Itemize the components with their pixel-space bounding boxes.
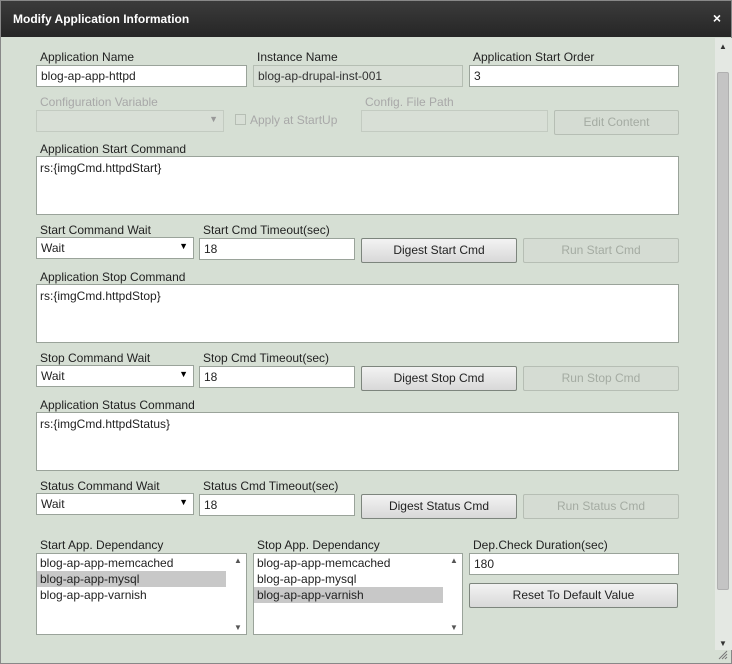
stop-command-label: Application Stop Command [40, 270, 186, 284]
reset-default-button[interactable]: Reset To Default Value [469, 583, 678, 608]
edit-content-button[interactable]: Edit Content [554, 110, 679, 135]
dialog-title: Modify Application Information [13, 12, 190, 26]
run-start-cmd-button[interactable]: Run Start Cmd [523, 238, 679, 263]
config-file-path-label: Config. File Path [365, 95, 454, 109]
status-command-wait-select[interactable]: Wait ▼ [36, 493, 194, 515]
run-status-cmd-button[interactable]: Run Status Cmd [523, 494, 679, 519]
status-command-textarea[interactable]: rs:{imgCmd.httpdStatus} [36, 412, 679, 471]
digest-stop-cmd-button[interactable]: Digest Stop Cmd [361, 366, 517, 391]
stop-dependancy-scrollbar[interactable]: ▲ ▼ [446, 554, 462, 634]
stop-command-wait-select[interactable]: Wait ▼ [36, 365, 194, 387]
start-command-textarea[interactable]: rs:{imgCmd.httpdStart} [36, 156, 679, 215]
modify-application-dialog: Modify Application Information × Applica… [0, 0, 732, 664]
configuration-variable-select[interactable]: ▼ [36, 110, 224, 132]
chevron-down-icon: ▼ [179, 369, 188, 379]
start-dependancy-item[interactable]: blog-ap-app-memcached [37, 555, 226, 571]
chevron-down-icon: ▼ [179, 497, 188, 507]
stop-dependancy-item[interactable]: blog-ap-app-memcached [254, 555, 443, 571]
start-dependancy-item[interactable]: blog-ap-app-varnish [37, 587, 226, 603]
run-stop-cmd-button[interactable]: Run Stop Cmd [523, 366, 679, 391]
stop-timeout-input[interactable]: 18 [199, 366, 355, 388]
scroll-down-icon[interactable]: ▼ [450, 623, 458, 632]
resize-grip-icon[interactable] [718, 650, 728, 660]
instance-name-label: Instance Name [257, 50, 338, 64]
stop-timeout-label: Stop Cmd Timeout(sec) [203, 351, 330, 365]
dep-check-duration-label: Dep.Check Duration(sec) [473, 538, 608, 552]
start-order-input[interactable]: 3 [469, 65, 679, 87]
start-timeout-label: Start Cmd Timeout(sec) [203, 223, 330, 237]
start-dependancy-scrollbar[interactable]: ▲ ▼ [230, 554, 246, 634]
stop-command-wait-value: Wait [41, 369, 65, 383]
scroll-up-icon[interactable]: ▲ [719, 42, 727, 51]
close-icon[interactable]: × [713, 10, 721, 26]
apply-at-startup-checkbox[interactable] [235, 114, 246, 125]
start-command-wait-value: Wait [41, 241, 65, 255]
configuration-variable-label: Configuration Variable [40, 95, 158, 109]
start-timeout-input[interactable]: 18 [199, 238, 355, 260]
digest-start-cmd-button[interactable]: Digest Start Cmd [361, 238, 517, 263]
status-command-wait-value: Wait [41, 497, 65, 511]
application-name-label: Application Name [40, 50, 135, 64]
scrollbar-thumb[interactable] [717, 72, 729, 590]
stop-dependancy-list[interactable]: blog-ap-app-memcached blog-ap-app-mysql … [253, 553, 463, 635]
start-dependancy-item[interactable]: blog-ap-app-mysql [37, 571, 226, 587]
chevron-down-icon: ▼ [179, 241, 188, 251]
start-command-label: Application Start Command [40, 142, 187, 156]
apply-at-startup-label: Apply at StartUp [250, 113, 338, 127]
scroll-down-icon[interactable]: ▼ [719, 639, 727, 648]
digest-status-cmd-button[interactable]: Digest Status Cmd [361, 494, 517, 519]
scroll-up-icon[interactable]: ▲ [450, 556, 458, 565]
start-dependancy-list[interactable]: blog-ap-app-memcached blog-ap-app-mysql … [36, 553, 247, 635]
stop-dependancy-item[interactable]: blog-ap-app-mysql [254, 571, 443, 587]
start-order-label: Application Start Order [473, 50, 595, 64]
start-dependancy-label: Start App. Dependancy [40, 538, 164, 552]
stop-command-textarea[interactable]: rs:{imgCmd.httpdStop} [36, 284, 679, 343]
start-command-wait-label: Start Command Wait [40, 223, 151, 237]
status-command-label: Application Status Command [40, 398, 195, 412]
scroll-up-icon[interactable]: ▲ [234, 556, 242, 565]
config-file-path-input[interactable] [361, 110, 548, 132]
status-timeout-input[interactable]: 18 [199, 494, 355, 516]
dep-check-duration-input[interactable]: 180 [469, 553, 679, 575]
chevron-down-icon: ▼ [209, 114, 218, 124]
status-timeout-label: Status Cmd Timeout(sec) [203, 479, 339, 493]
status-command-wait-label: Status Command Wait [40, 479, 160, 493]
stop-dependancy-item[interactable]: blog-ap-app-varnish [254, 587, 443, 603]
start-command-wait-select[interactable]: Wait ▼ [36, 237, 194, 259]
title-bar[interactable]: Modify Application Information × [1, 1, 731, 37]
dialog-scrollbar[interactable]: ▲ ▼ [715, 38, 732, 650]
stop-dependancy-label: Stop App. Dependancy [257, 538, 380, 552]
instance-name-input: blog-ap-drupal-inst-001 [253, 65, 463, 87]
stop-command-wait-label: Stop Command Wait [40, 351, 151, 365]
application-name-input[interactable]: blog-ap-app-httpd [36, 65, 247, 87]
scroll-down-icon[interactable]: ▼ [234, 623, 242, 632]
